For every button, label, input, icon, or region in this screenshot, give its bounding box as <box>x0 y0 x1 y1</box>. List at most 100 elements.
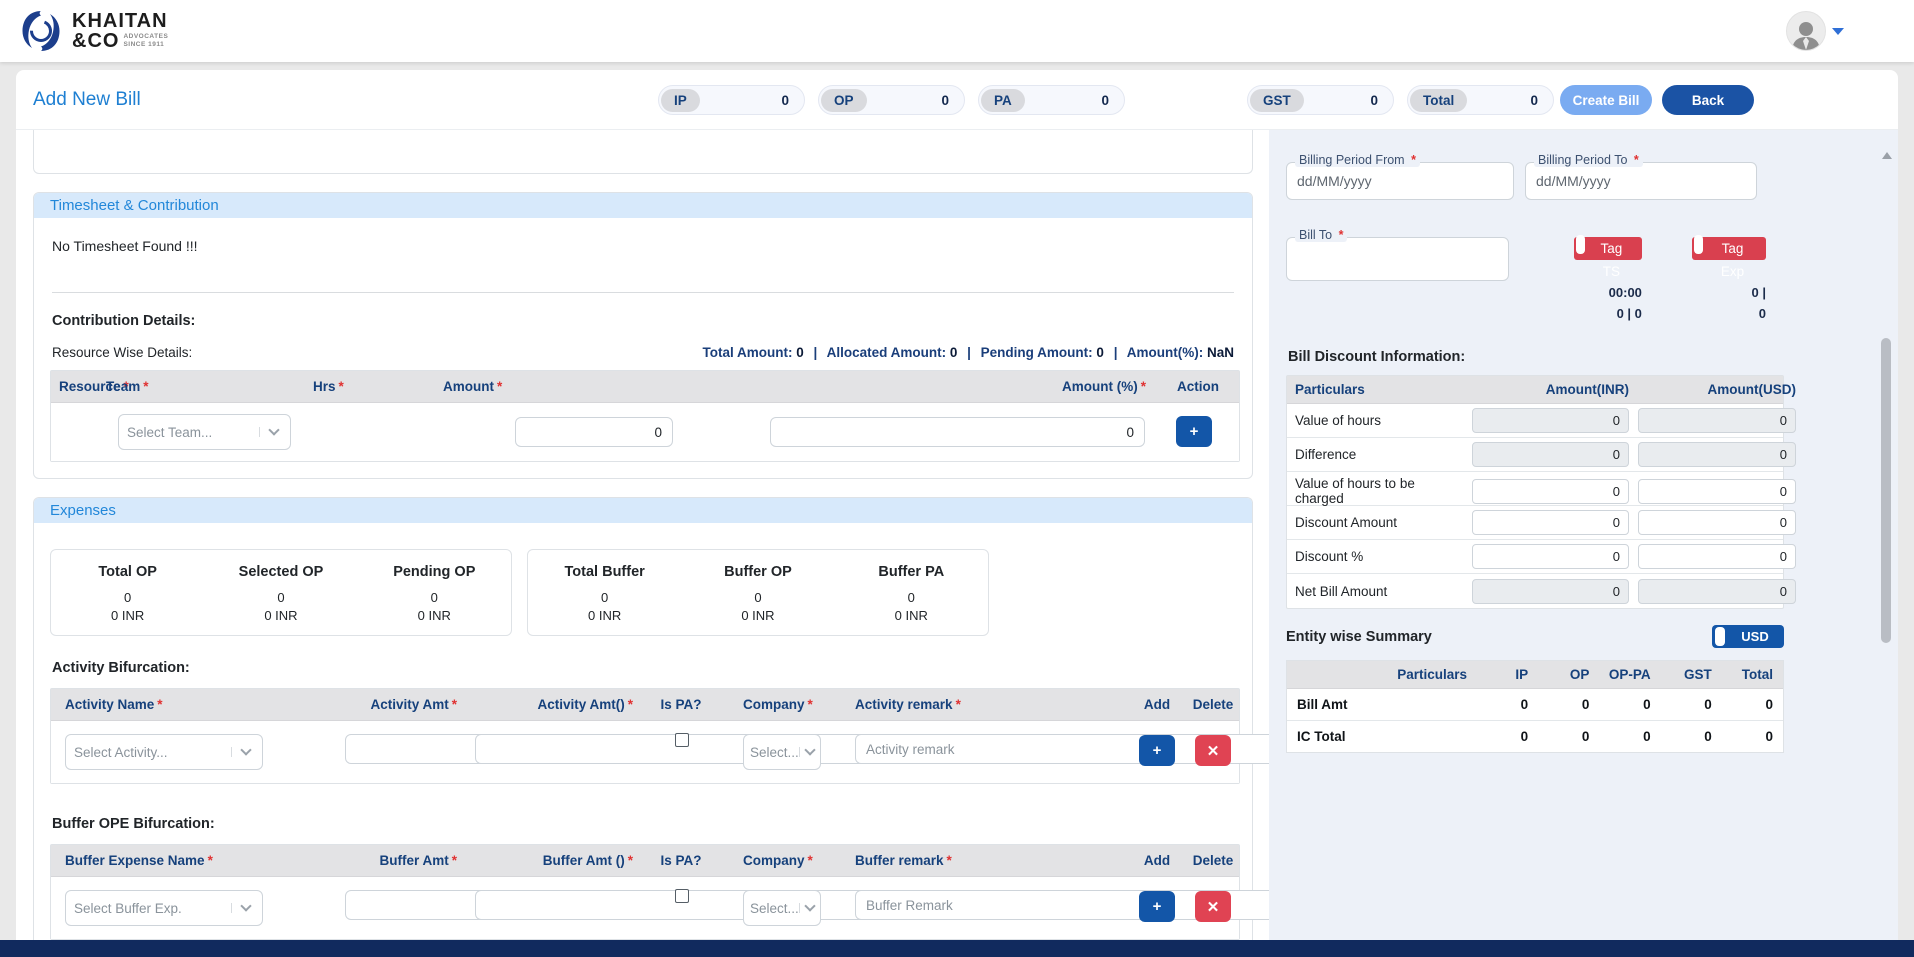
user-menu-caret-icon[interactable] <box>1832 28 1844 35</box>
total-op-stat: Total OP 0 0 INR <box>51 564 204 623</box>
counter-total-label: Total <box>1410 89 1467 112</box>
buffer-expense-select[interactable]: Select Buffer Exp. <box>65 890 263 926</box>
col-company: Company* <box>743 697 813 712</box>
create-bill-button[interactable]: Create Bill <box>1560 85 1652 115</box>
counter-pa: PA 0 <box>978 85 1125 115</box>
billing-period-from-input[interactable] <box>1286 162 1514 200</box>
back-button[interactable]: Back <box>1662 85 1754 115</box>
col-amount-usd: Amount(USD) <box>1638 382 1796 397</box>
tag-ts-count: 0 | 0 <box>1574 306 1642 321</box>
discount-pct-usd-input[interactable] <box>1638 544 1796 569</box>
billing-side-panel: Billing Period From * Billing Period To … <box>1269 130 1898 957</box>
resource-table-row: Select Team... + <box>51 403 1239 461</box>
team-select[interactable]: Select Team... <box>118 414 291 450</box>
billing-period-from-label: Billing Period From * <box>1295 153 1420 167</box>
add-resource-row-button[interactable]: + <box>1176 416 1212 447</box>
amount-pct-label: Amount(%): <box>1127 345 1203 360</box>
discount-table-header: Particulars Amount(INR) Amount(USD) <box>1287 376 1783 404</box>
discount-row-value-to-be-charged: Value of hours to be charged <box>1287 472 1783 506</box>
activity-select[interactable]: Select Activity... <box>65 734 263 770</box>
col-activity-remark: Activity remark* <box>855 697 961 712</box>
counter-ip-label: IP <box>661 89 700 112</box>
col-buffer-remark: Buffer remark* <box>855 853 952 868</box>
discount-pct-inr-input[interactable] <box>1472 544 1629 569</box>
col-activity-amt: Activity Amt* <box>347 697 457 712</box>
billing-period-to-input[interactable] <box>1525 162 1757 200</box>
no-timesheet-message: No Timesheet Found !!! <box>52 238 1236 254</box>
scrolled-card-remnant <box>33 130 1253 174</box>
col-delete: Delete <box>1185 853 1241 868</box>
entity-summary-heading: Entity wise Summary <box>1286 629 1432 645</box>
page-header: Add New Bill IP 0 OP 0 PA 0 GST 0 Total … <box>16 70 1898 130</box>
expenses-section: Expenses Total OP 0 0 INR Selected OP 0 <box>33 497 1253 957</box>
difference-inr-input <box>1472 442 1629 467</box>
pending-op-stat: Pending OP 0 0 INR <box>358 564 511 623</box>
value-to-be-charged-inr-input[interactable] <box>1472 479 1629 504</box>
entity-row-bill-amt: Bill Amt 0 0 0 0 0 <box>1287 689 1783 721</box>
company-logo: KHAITAN &CO ADVOCATES SINCE 1911 <box>18 8 168 54</box>
activity-bifurcation-heading: Activity Bifurcation: <box>52 660 1234 676</box>
logo-tagline-2: SINCE 1911 <box>123 41 164 48</box>
add-activity-row-button[interactable]: + <box>1139 735 1175 766</box>
counter-op: OP 0 <box>818 85 965 115</box>
person-icon <box>1789 18 1823 50</box>
is-pa-checkbox[interactable] <box>675 889 689 903</box>
divider <box>52 292 1234 293</box>
chevron-down-icon <box>231 903 254 913</box>
bill-to-input[interactable] <box>1286 237 1509 281</box>
is-pa-checkbox[interactable] <box>675 733 689 747</box>
delete-activity-row-button[interactable]: ✕ <box>1195 735 1231 766</box>
user-avatar[interactable] <box>1786 11 1826 51</box>
value-of-hours-inr-input <box>1472 408 1629 433</box>
pending-amount-value: 0 <box>1096 345 1104 360</box>
col-total: Total <box>1712 667 1773 682</box>
pending-amount-label: Pending Amount: <box>981 345 1093 360</box>
col-activity-name: Activity Name* <box>65 697 163 712</box>
amount-pct-value: NaN <box>1207 345 1234 360</box>
resource-wise-label: Resource Wise Details: <box>52 345 192 360</box>
col-op: OP <box>1528 667 1589 682</box>
col-amount: Amount* <box>443 379 502 394</box>
tag-ts-button[interactable]: Tag TS <box>1574 237 1642 260</box>
counter-ip-value: 0 <box>781 93 789 108</box>
currency-toggle-usd[interactable]: USD <box>1712 625 1784 648</box>
activity-table-header: Activity Name* Activity Amt* Activity Am… <box>51 689 1239 721</box>
contribution-totals: Total Amount: 0 | Allocated Amount: 0 | … <box>703 345 1234 360</box>
buffer-bifurcation-heading: Buffer OPE Bifurcation: <box>52 816 1234 832</box>
scroll-up-arrow-icon[interactable] <box>1882 152 1892 159</box>
add-buffer-row-button[interactable]: + <box>1139 891 1175 922</box>
tag-ts-group: Tag TS 00:00 0 | 0 <box>1574 237 1642 321</box>
discount-row-net-bill-amount: Net Bill Amount <box>1287 574 1783 608</box>
separator: | <box>967 345 971 360</box>
discount-row-discount-amount: Discount Amount <box>1287 506 1783 540</box>
discount-row-value-of-hours: Value of hours <box>1287 404 1783 438</box>
discount-amount-usd-input[interactable] <box>1638 510 1796 535</box>
panel-scrollbar[interactable] <box>1880 130 1893 957</box>
tag-exp-button[interactable]: Tag Exp <box>1692 237 1766 260</box>
company-select[interactable]: Select... <box>743 734 821 770</box>
value-to-be-charged-usd-input[interactable] <box>1638 479 1796 504</box>
timesheet-section-title: Timesheet & Contribution <box>34 193 1252 218</box>
contribution-details-heading: Contribution Details: <box>52 313 1234 329</box>
discount-row-discount-pct: Discount % <box>1287 540 1783 574</box>
counter-total: Total 0 <box>1407 85 1554 115</box>
net-bill-amount-inr-input <box>1472 579 1629 604</box>
left-column: Timesheet & Contribution No Timesheet Fo… <box>16 130 1269 957</box>
amount-input[interactable] <box>515 417 673 447</box>
tag-exp-group: Tag Exp 0 | 0 <box>1692 237 1766 321</box>
discount-amount-inr-input[interactable] <box>1472 510 1629 535</box>
col-particulars: Particulars <box>1295 382 1463 397</box>
logo-text-line2: &CO <box>72 31 119 51</box>
discount-row-difference: Difference <box>1287 438 1783 472</box>
delete-buffer-row-button[interactable]: ✕ <box>1195 891 1231 922</box>
counter-op-value: 0 <box>941 93 949 108</box>
scrollbar-thumb[interactable] <box>1881 338 1891 643</box>
allocated-amount-label: Allocated Amount: <box>827 345 947 360</box>
col-amount-pct: Amount (%)* <box>1026 379 1146 394</box>
company-select[interactable]: Select... <box>743 890 821 926</box>
amount-pct-input[interactable] <box>770 417 1145 447</box>
entity-summary-table: Particulars IP OP OP-PA GST Total Bill A… <box>1286 660 1784 753</box>
tag-ts-time: 00:00 <box>1574 285 1642 300</box>
col-buffer-amt-fc: Buffer Amt ()* <box>491 853 633 868</box>
counter-ip: IP 0 <box>658 85 805 115</box>
